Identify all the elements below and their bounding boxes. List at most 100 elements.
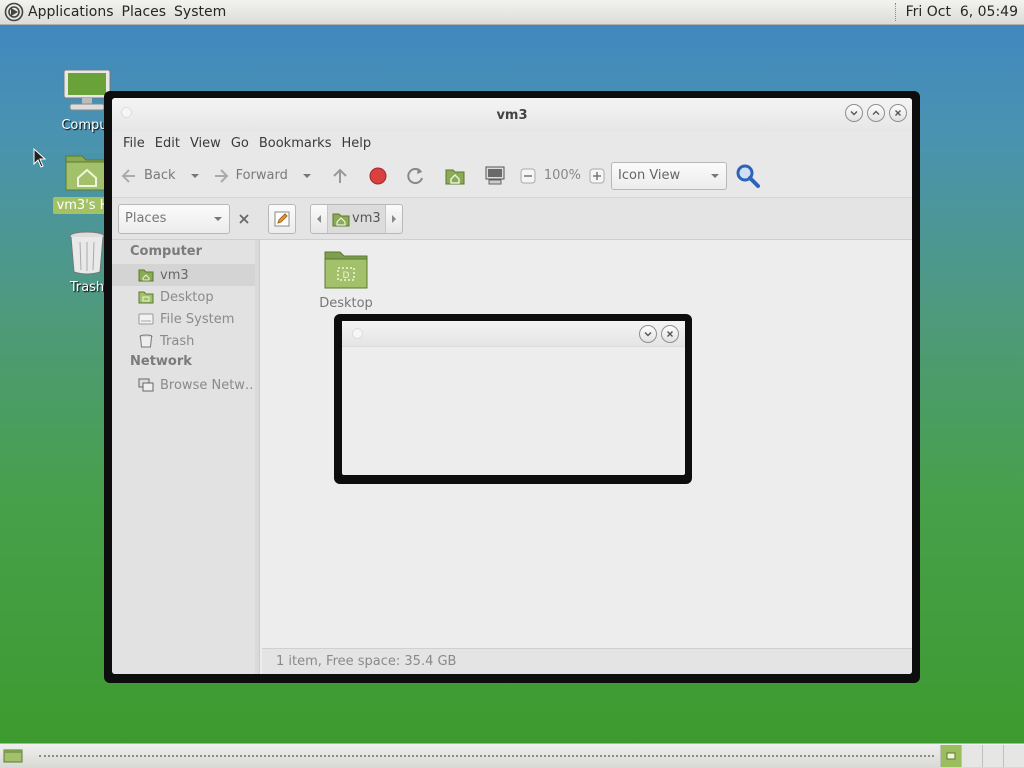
forward-button[interactable]: Forward [212,167,288,185]
edit-icon [274,211,290,226]
edit-menu[interactable]: Edit [150,136,185,151]
window-menu-dot[interactable] [352,328,363,339]
applications-menu[interactable]: Applications [25,4,118,20]
chevron-up-icon [872,110,880,115]
reload-icon [407,167,423,184]
sidebar-item-trash[interactable]: Trash [112,330,259,352]
desktop-folder-icon [138,291,154,304]
zoom-in-icon [589,168,605,183]
stop-button[interactable] [368,166,388,186]
breadcrumb: vm3 [310,203,403,234]
home-button[interactable] [444,166,466,186]
clock[interactable]: Fri Oct 6, 05:49 [906,4,1018,20]
window-list[interactable] [39,755,934,757]
close-sidebar-button[interactable] [232,204,256,234]
breadcrumb-label: vm3 [352,211,381,226]
dropdown-arrow-icon [190,173,199,178]
file-item-desktop[interactable]: D Desktop [316,248,376,311]
dropdown-arrow-icon [214,216,222,221]
sidebar-item-desktop[interactable]: Desktop [112,286,259,308]
breadcrumb-left-button[interactable] [311,205,327,233]
sidebar-item-browse-network[interactable]: Browse Netw… [112,374,259,396]
zoom-in-button[interactable] [589,168,605,184]
workspace-4[interactable] [1003,745,1024,767]
status-text: 1 item, Free space: 35.4 GB [276,654,457,669]
back-history-dropdown[interactable] [190,171,200,181]
places-label: Places [125,211,167,226]
toggle-location-entry-button[interactable] [268,203,296,234]
back-button[interactable]: Back [120,167,176,185]
minimize-button[interactable] [845,104,863,122]
dropdown-arrow-icon [711,173,720,178]
forward-arrow-icon [214,168,228,183]
search-button[interactable] [735,163,761,189]
sidebar-heading-computer: Computer [130,244,203,259]
breadcrumb-right-button[interactable] [386,205,402,233]
mouse-cursor-icon [33,148,47,168]
blank-dialog-window [334,314,692,484]
distro-logo-icon[interactable] [3,1,25,23]
network-icon [138,378,154,392]
sidebar-item-label: Browse Netw… [160,377,258,393]
bookmarks-menu[interactable]: Bookmarks [254,136,337,151]
workspace-3[interactable] [982,745,1003,767]
dropdown-arrow-icon [302,173,311,178]
menubar: File Edit View Go Bookmarks Help [112,132,912,154]
sidebar-scrollbar[interactable] [255,240,259,674]
workspace-window-icon [946,752,956,760]
places-menu[interactable]: Places [118,4,171,20]
status-bar: 1 item, Free space: 35.4 GB [262,648,912,674]
dialog-minimize-button[interactable] [639,325,657,343]
close-icon [239,213,249,224]
file-menu[interactable]: File [118,136,150,151]
computer-icon [485,166,505,184]
reload-button[interactable] [406,166,426,186]
top-panel: Applications Places System Fri Oct 6, 05… [0,0,1024,25]
sidebar-item-vm3[interactable]: vm3 [112,264,259,286]
workspace-1[interactable] [940,745,961,767]
zoom-level[interactable]: 100% [544,168,581,183]
sidebar-item-label: vm3 [160,267,189,283]
dialog-titlebar[interactable] [342,321,685,347]
view-mode-select[interactable]: Icon View [611,161,728,190]
chevron-down-icon [644,332,652,337]
window-titlebar[interactable]: vm3 [112,98,912,132]
sidebar-type-select[interactable]: Places [118,203,230,234]
view-menu[interactable]: View [185,136,226,151]
location-bar: Places vm3 [112,198,912,240]
places-sidebar: Computer vm3 Desktop File System Trash N… [112,240,260,674]
sidebar-item-label: Trash [160,333,195,349]
bottom-panel [0,743,1024,768]
home-icon [138,269,154,282]
chevron-right-icon [391,214,396,223]
desktop-folder-icon: D [324,251,368,289]
close-icon [895,110,901,116]
computer-button[interactable] [484,166,506,186]
sidebar-item-label: Desktop [160,289,214,305]
zoom-out-button[interactable] [520,168,536,184]
sidebar-item-file-system[interactable]: File System [112,308,259,330]
dialog-close-button[interactable] [661,325,679,343]
up-button[interactable] [330,166,350,186]
close-button[interactable] [889,104,907,122]
svg-text:D: D [343,271,350,281]
sidebar-item-label: File System [160,311,235,327]
maximize-button[interactable] [867,104,885,122]
window-title: vm3 [496,107,528,123]
trash-icon [139,334,153,348]
view-mode-value: Icon View [618,168,681,183]
workspace-2[interactable] [961,745,982,767]
breadcrumb-item-vm3[interactable]: vm3 [327,204,386,233]
window-menu-dot[interactable] [121,107,132,118]
panel-separator [894,3,896,21]
show-desktop-button[interactable] [1,745,25,767]
home-icon [445,169,465,184]
sidebar-heading-network: Network [130,354,192,369]
system-menu[interactable]: System [170,4,230,20]
go-menu[interactable]: Go [226,136,254,151]
help-menu[interactable]: Help [336,136,376,151]
back-arrow-icon [121,168,135,183]
forward-history-dropdown[interactable] [302,171,312,181]
home-icon [332,213,350,226]
stop-icon [369,167,387,184]
